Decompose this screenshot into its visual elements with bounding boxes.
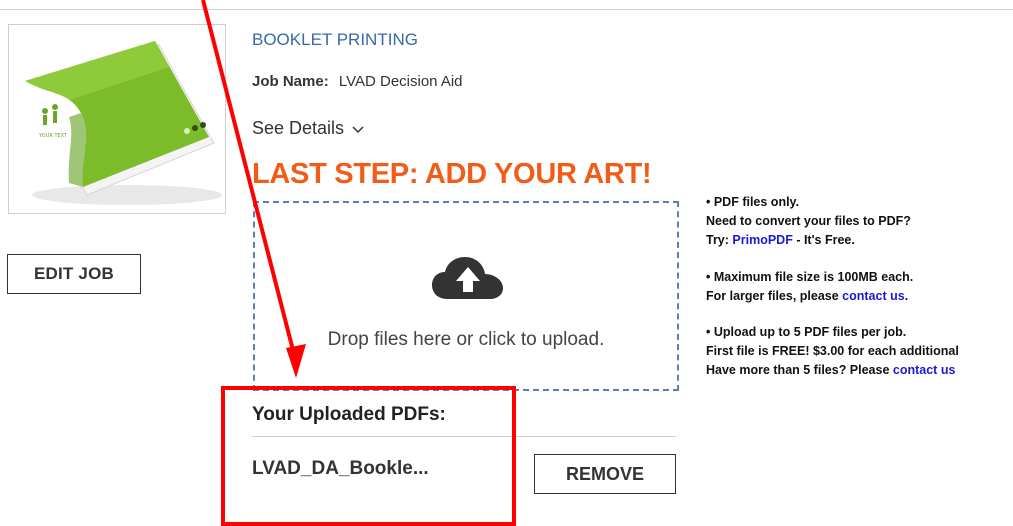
info-line: • Maximum file size is 100MB each. xyxy=(706,270,914,284)
info-line: Have more than 5 files? Please contact u… xyxy=(706,361,959,380)
job-name-label: Job Name: xyxy=(252,73,329,90)
contact-us-link-2[interactable]: contact us xyxy=(893,363,956,377)
edit-job-button[interactable]: EDIT JOB xyxy=(7,254,141,294)
remove-file-button[interactable]: REMOVE xyxy=(534,454,676,494)
cloud-upload-icon xyxy=(431,255,505,305)
contact-us-link[interactable]: contact us xyxy=(842,289,905,303)
info-line: Need to convert your files to PDF? xyxy=(706,214,911,228)
chevron-down-icon xyxy=(352,122,364,137)
file-dropzone[interactable]: Drop files here or click to upload. xyxy=(253,201,679,391)
info-line: For larger files, please contact us. xyxy=(706,287,913,306)
info-text: For larger files, please xyxy=(706,289,843,303)
see-details-label: See Details xyxy=(252,118,345,138)
info-max-size: • Maximum file size is 100MB each. For l… xyxy=(706,268,913,306)
info-text: Have more than 5 files? Please xyxy=(706,363,893,377)
info-line: First file is FREE! $3.00 for each addit… xyxy=(706,344,959,358)
product-title: BOOKLET PRINTING xyxy=(252,30,418,49)
info-line: • PDF files only. xyxy=(706,195,800,209)
see-details-toggle[interactable]: See Details xyxy=(252,118,364,139)
product-thumbnail: YOUR TEXT xyxy=(8,24,226,214)
info-line: Try: PrimoPDF - It's Free. xyxy=(706,231,911,250)
job-name-value: LVAD Decision Aid xyxy=(338,73,463,90)
thumbnail-logo-text: YOUR TEXT xyxy=(38,133,68,139)
info-line: • Upload up to 5 PDF files per job. xyxy=(706,325,907,339)
job-name: Job Name: LVAD Decision Aid xyxy=(252,73,463,90)
info-text: - It's Free. xyxy=(792,233,855,247)
info-text: Try: xyxy=(706,233,733,247)
dropzone-text: Drop files here or click to upload. xyxy=(327,329,605,350)
info-text: . xyxy=(904,289,909,303)
top-divider xyxy=(0,9,1013,10)
upload-heading: LAST STEP: ADD YOUR ART! xyxy=(252,158,652,190)
info-upload-limit: • Upload up to 5 PDF files per job. Firs… xyxy=(706,323,959,380)
info-pdf-only: • PDF files only. Need to convert your f… xyxy=(706,193,911,250)
uploaded-pdfs-heading: Your Uploaded PDFs: xyxy=(252,404,446,425)
uploaded-file-name: LVAD_DA_Bookle... xyxy=(252,458,429,479)
primopdf-link[interactable]: PrimoPDF xyxy=(732,233,792,247)
uploaded-divider xyxy=(252,436,676,437)
